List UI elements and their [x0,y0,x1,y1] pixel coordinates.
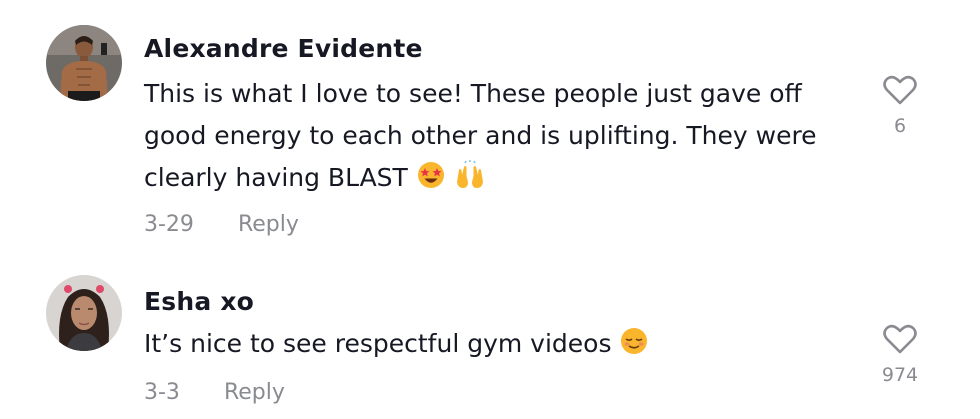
comment-username[interactable]: Esha xo [144,287,254,316]
heart-icon[interactable] [870,324,930,354]
like-count: 974 [881,364,919,386]
comment-item: Esha xo It’s nice to see respectful gym … [0,0,980,419]
comment-body: It’s nice to see respectful gym videos [144,329,612,358]
comment-meta: 3-3 Reply [144,380,285,405]
comment-date: 3-3 [144,380,180,405]
avatar[interactable] [46,275,122,351]
reply-button[interactable]: Reply [224,380,285,405]
relieved-face-emoji [619,326,649,369]
like-button[interactable]: 974 [870,324,930,386]
comment-text: It’s nice to see respectful gym videos [144,323,864,369]
